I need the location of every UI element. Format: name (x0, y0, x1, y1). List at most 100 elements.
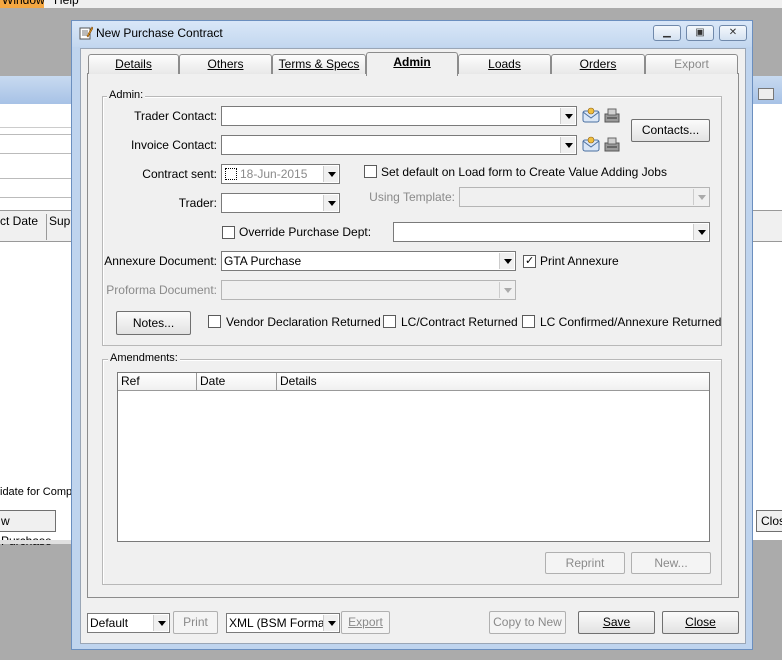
bg-right-grid-header (752, 210, 782, 242)
format-value: XML (BSM Format) (229, 616, 332, 630)
contract-sent-date[interactable]: 18-Jun-2015 (221, 164, 340, 184)
tab-details[interactable]: Details (88, 54, 179, 74)
notes-button[interactable]: Notes... (116, 311, 191, 335)
trader-contact-combo[interactable] (221, 106, 577, 126)
chevron-down-icon[interactable] (560, 108, 575, 124)
minimize-button[interactable]: ▁ (653, 25, 681, 41)
annexure-combo[interactable]: GTA Purchase (221, 251, 516, 271)
column-details[interactable]: Details (277, 373, 709, 391)
copy-to-new-button: Copy to New (489, 611, 566, 634)
amendments-group-label: Amendments: (108, 352, 180, 364)
bg-menu-help[interactable]: Help (54, 0, 79, 8)
format-combo[interactable]: XML (BSM Format) (226, 613, 340, 633)
tab-admin[interactable]: Admin (366, 52, 458, 76)
fax-icon[interactable] (603, 107, 621, 125)
lc-contract-checkbox[interactable] (383, 315, 396, 328)
bg-status-text: idate for Compl (0, 486, 75, 498)
tab-others-label: Others (207, 57, 244, 71)
close-button-label: Close (685, 615, 716, 629)
chevron-down-icon[interactable] (499, 253, 514, 269)
bg-grid-col-date[interactable]: ct Date (0, 214, 38, 228)
chevron-down-icon (693, 189, 708, 205)
bg-left-field-2[interactable] (0, 178, 72, 198)
set-default-checkbox[interactable] (364, 165, 377, 178)
trader-contact-label: Trader Contact: (134, 109, 217, 123)
invoice-contact-label: Invoice Contact: (130, 138, 217, 152)
email-icon[interactable] (582, 107, 600, 125)
chevron-down-icon (499, 282, 514, 298)
chevron-down-icon[interactable] (693, 224, 708, 240)
admin-group (102, 96, 722, 346)
tab-orders[interactable]: Orders (551, 54, 645, 74)
set-default-label: Set default on Load form to Create Value… (381, 165, 667, 179)
fax-icon[interactable] (603, 136, 621, 154)
tab-details-label: Details (115, 57, 152, 71)
trader-label: Trader: (178, 196, 217, 210)
proforma-combo (221, 280, 516, 300)
new-amendment-button: New... (631, 552, 711, 574)
minimize-icon: ▁ (663, 27, 671, 38)
column-date[interactable]: Date (197, 373, 277, 391)
tab-export: Export (645, 54, 738, 74)
using-template-combo (459, 187, 710, 207)
amendments-grid[interactable] (117, 372, 710, 542)
email-icon[interactable] (582, 136, 600, 154)
tab-others[interactable]: Others (179, 54, 272, 74)
notepad-icon (79, 26, 94, 40)
chevron-down-icon[interactable] (323, 166, 338, 182)
vendor-declaration-label: Vendor Declaration Returned (226, 315, 381, 329)
admin-group-label: Admin: (107, 89, 146, 101)
bg-bottom-strip (0, 540, 72, 544)
override-dept-label: Override Purchase Dept: (239, 225, 372, 239)
tab-loads-label: Loads (488, 57, 521, 71)
tab-loads[interactable]: Loads (458, 54, 551, 74)
dialog-title: New Purchase Contract (96, 26, 223, 40)
bg-new-purchase-button[interactable]: w Purchase (0, 510, 56, 548)
tab-terms-specs[interactable]: Terms & Specs (272, 54, 366, 74)
override-dept-checkbox[interactable] (222, 226, 235, 239)
lc-confirmed-checkbox[interactable] (522, 315, 535, 328)
maximize-button[interactable]: ▣ (686, 25, 714, 41)
print-button: Print (173, 611, 218, 634)
bg-menubar (0, 0, 782, 8)
bg-right-panel (752, 76, 782, 540)
using-template-label: Using Template: (369, 190, 455, 204)
layout-combo[interactable]: Default (87, 613, 170, 633)
close-window-button[interactable]: ✕ (719, 25, 747, 41)
proforma-label: Proforma Document: (106, 283, 217, 297)
print-annexure-checkbox[interactable] (523, 254, 536, 268)
column-ref[interactable]: Ref (118, 373, 197, 391)
chevron-down-icon[interactable] (153, 615, 168, 631)
bg-close-button[interactable]: Clos (756, 510, 782, 532)
tab-terms-specs-label: Terms & Specs (278, 57, 360, 71)
override-dept-combo[interactable] (393, 222, 710, 242)
chevron-down-icon[interactable] (560, 137, 575, 153)
reprint-button: Reprint (545, 552, 625, 574)
save-button-label: Save (602, 615, 631, 629)
bg-left-field[interactable] (0, 134, 72, 154)
print-annexure-label: Print Annexure (540, 254, 619, 268)
bg-left-header (0, 76, 72, 104)
trader-combo[interactable] (221, 193, 340, 213)
bg-right-minimize-button[interactable] (758, 88, 774, 100)
tab-export-label: Export (674, 57, 709, 71)
invoice-contact-combo[interactable] (221, 135, 577, 155)
contacts-button[interactable]: Contacts... (631, 119, 710, 142)
lc-confirmed-label: LC Confirmed/Annexure Returned (540, 315, 722, 329)
maximize-icon: ▣ (695, 27, 705, 38)
bg-left-toolbar (0, 104, 72, 128)
save-button[interactable]: Save (578, 611, 655, 634)
contract-sent-label: Contract sent: (142, 167, 217, 181)
tab-admin-label: Admin (393, 55, 431, 69)
tab-orders-label: Orders (579, 57, 617, 71)
annexure-label: Annexure Document: (104, 254, 217, 268)
layout-value: Default (90, 616, 129, 630)
vendor-declaration-checkbox[interactable] (208, 315, 221, 328)
bg-menu-window[interactable]: Window (0, 0, 45, 8)
chevron-down-icon[interactable] (323, 615, 338, 631)
close-button[interactable]: Close (662, 611, 739, 634)
export-button-label: Export (348, 615, 383, 629)
contract-sent-checkbox[interactable] (225, 168, 237, 180)
chevron-down-icon[interactable] (323, 195, 338, 211)
annexure-value: GTA Purchase (224, 254, 302, 268)
